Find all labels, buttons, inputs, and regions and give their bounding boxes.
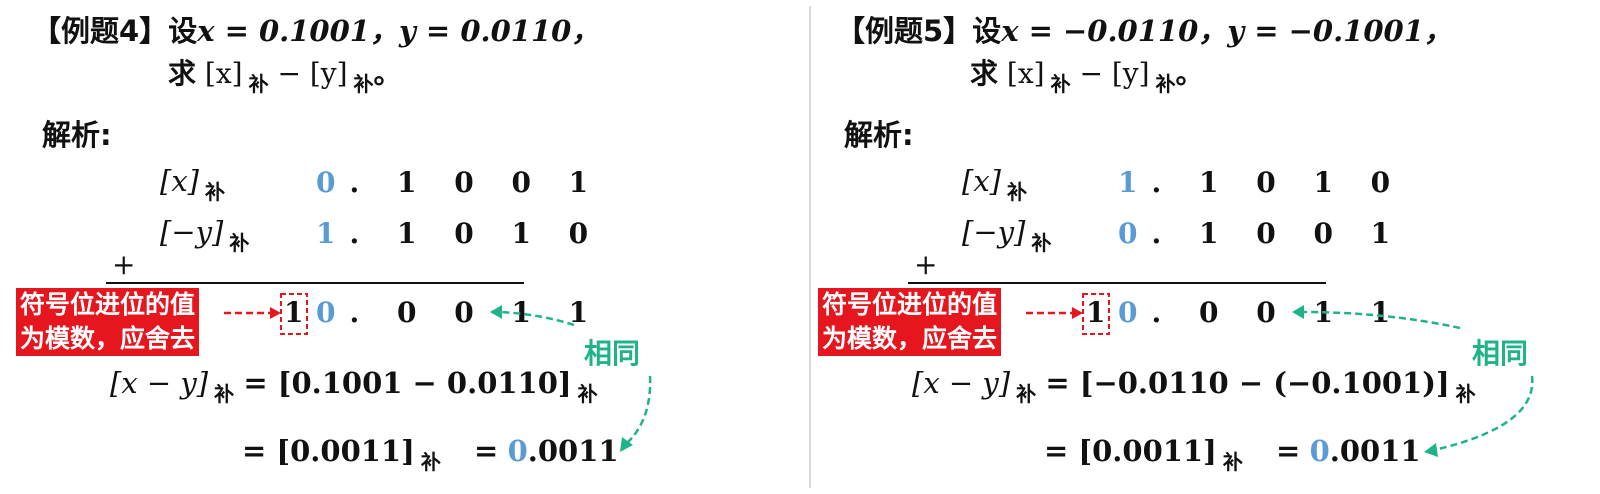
carry-highlight-box bbox=[1082, 293, 1110, 335]
same-arrow-bottom-head bbox=[1424, 443, 1438, 457]
panel-divider bbox=[809, 6, 811, 488]
same-arrow-bottom bbox=[1433, 375, 1534, 452]
same-arrow-top-head bbox=[1292, 305, 1304, 319]
same-arrow-top bbox=[1301, 310, 1461, 330]
same-arrow-top-head bbox=[490, 305, 502, 319]
example-4-panel: 【例题4】设x = 0.1001，y = 0.0110， 求 [x] 补 − [y… bbox=[0, 0, 800, 494]
same-arrow-bottom bbox=[625, 375, 652, 445]
annotation-arrows bbox=[224, 293, 652, 452]
annotation-arrows bbox=[1026, 293, 1534, 457]
example-5-panel: 【例题5】设x = −0.0110，y = −0.1001， 求 [x] 补 − … bbox=[818, 0, 1600, 494]
carry-highlight-box bbox=[280, 293, 308, 335]
note-arrow-head bbox=[270, 307, 281, 319]
same-arrow-top bbox=[499, 310, 575, 327]
note-arrow-head bbox=[1072, 307, 1083, 319]
